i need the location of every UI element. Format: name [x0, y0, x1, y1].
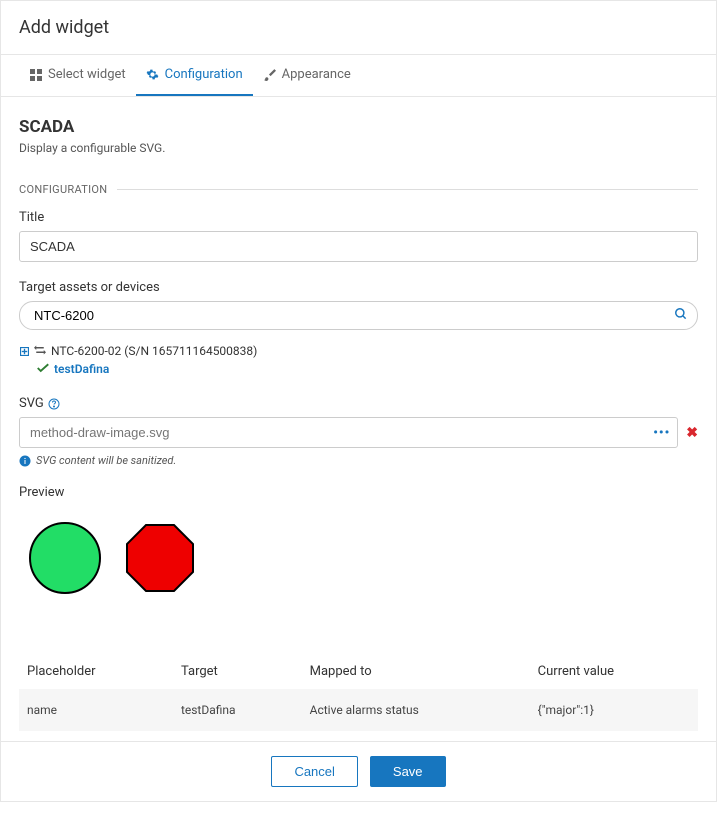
preview-octagon-shape — [125, 523, 195, 593]
tabs: Select widget Configuration Appearance — [1, 55, 716, 97]
tree-parent-label: NTC-6200-02 (S/N 165711164500838) — [51, 344, 257, 358]
preview-circle-shape — [29, 522, 101, 594]
tab-label: Configuration — [165, 67, 243, 82]
ellipsis-icon[interactable]: ••• — [653, 425, 670, 440]
col-current: Current value — [530, 654, 698, 689]
cell-placeholder: name — [19, 689, 173, 731]
svg-info-text: SVG content will be sanitized. — [36, 454, 176, 467]
modal-title: Add widget — [19, 17, 698, 38]
tab-configuration[interactable]: Configuration — [136, 55, 253, 96]
col-placeholder: Placeholder — [19, 654, 173, 689]
cell-current: {"major":1} — [530, 689, 698, 731]
svg-label: SVG — [19, 396, 44, 411]
widget-description: Display a configurable SVG. — [19, 141, 698, 155]
tab-appearance[interactable]: Appearance — [253, 55, 361, 96]
target-label: Target assets or devices — [19, 280, 698, 295]
target-search-input[interactable] — [19, 301, 698, 330]
gear-icon — [146, 68, 160, 82]
grid-icon — [29, 68, 43, 82]
col-mapped: Mapped to — [302, 654, 530, 689]
search-icon[interactable] — [674, 307, 688, 325]
tab-select-widget[interactable]: Select widget — [19, 55, 136, 96]
cancel-button[interactable]: Cancel — [271, 756, 357, 787]
help-icon[interactable] — [48, 398, 60, 410]
cell-mapped: Active alarms status — [302, 689, 530, 731]
widget-name: SCADA — [19, 117, 698, 137]
title-input[interactable] — [19, 231, 698, 262]
modal-footer: Cancel Save — [1, 741, 716, 801]
remove-svg-button[interactable]: ✖ — [686, 425, 698, 441]
asset-tree: NTC-6200-02 (S/N 165711164500838) testDa… — [19, 342, 698, 378]
tree-child-row[interactable]: testDafina — [19, 360, 698, 378]
info-icon — [19, 455, 31, 467]
cell-target: testDafina — [173, 689, 302, 731]
tree-parent-row[interactable]: NTC-6200-02 (S/N 165711164500838) — [19, 342, 698, 360]
swap-icon — [34, 344, 46, 358]
tree-child-label: testDafina — [54, 362, 109, 376]
preview-canvas — [19, 506, 698, 624]
expand-icon[interactable] — [19, 346, 29, 356]
brush-icon — [263, 68, 277, 82]
svg-file-input[interactable] — [19, 417, 678, 448]
mapping-table: Placeholder Target Mapped to Current val… — [19, 654, 698, 731]
divider — [117, 189, 698, 190]
tab-label: Select widget — [48, 67, 126, 82]
modal-header: Add widget — [1, 1, 716, 55]
tab-label: Appearance — [282, 67, 351, 82]
save-button[interactable]: Save — [370, 756, 446, 787]
preview-label: Preview — [19, 485, 698, 500]
col-target: Target — [173, 654, 302, 689]
title-label: Title — [19, 210, 698, 225]
section-configuration: CONFIGURATION — [19, 183, 698, 196]
table-row[interactable]: name testDafina Active alarms status {"m… — [19, 689, 698, 731]
check-icon — [37, 362, 49, 376]
